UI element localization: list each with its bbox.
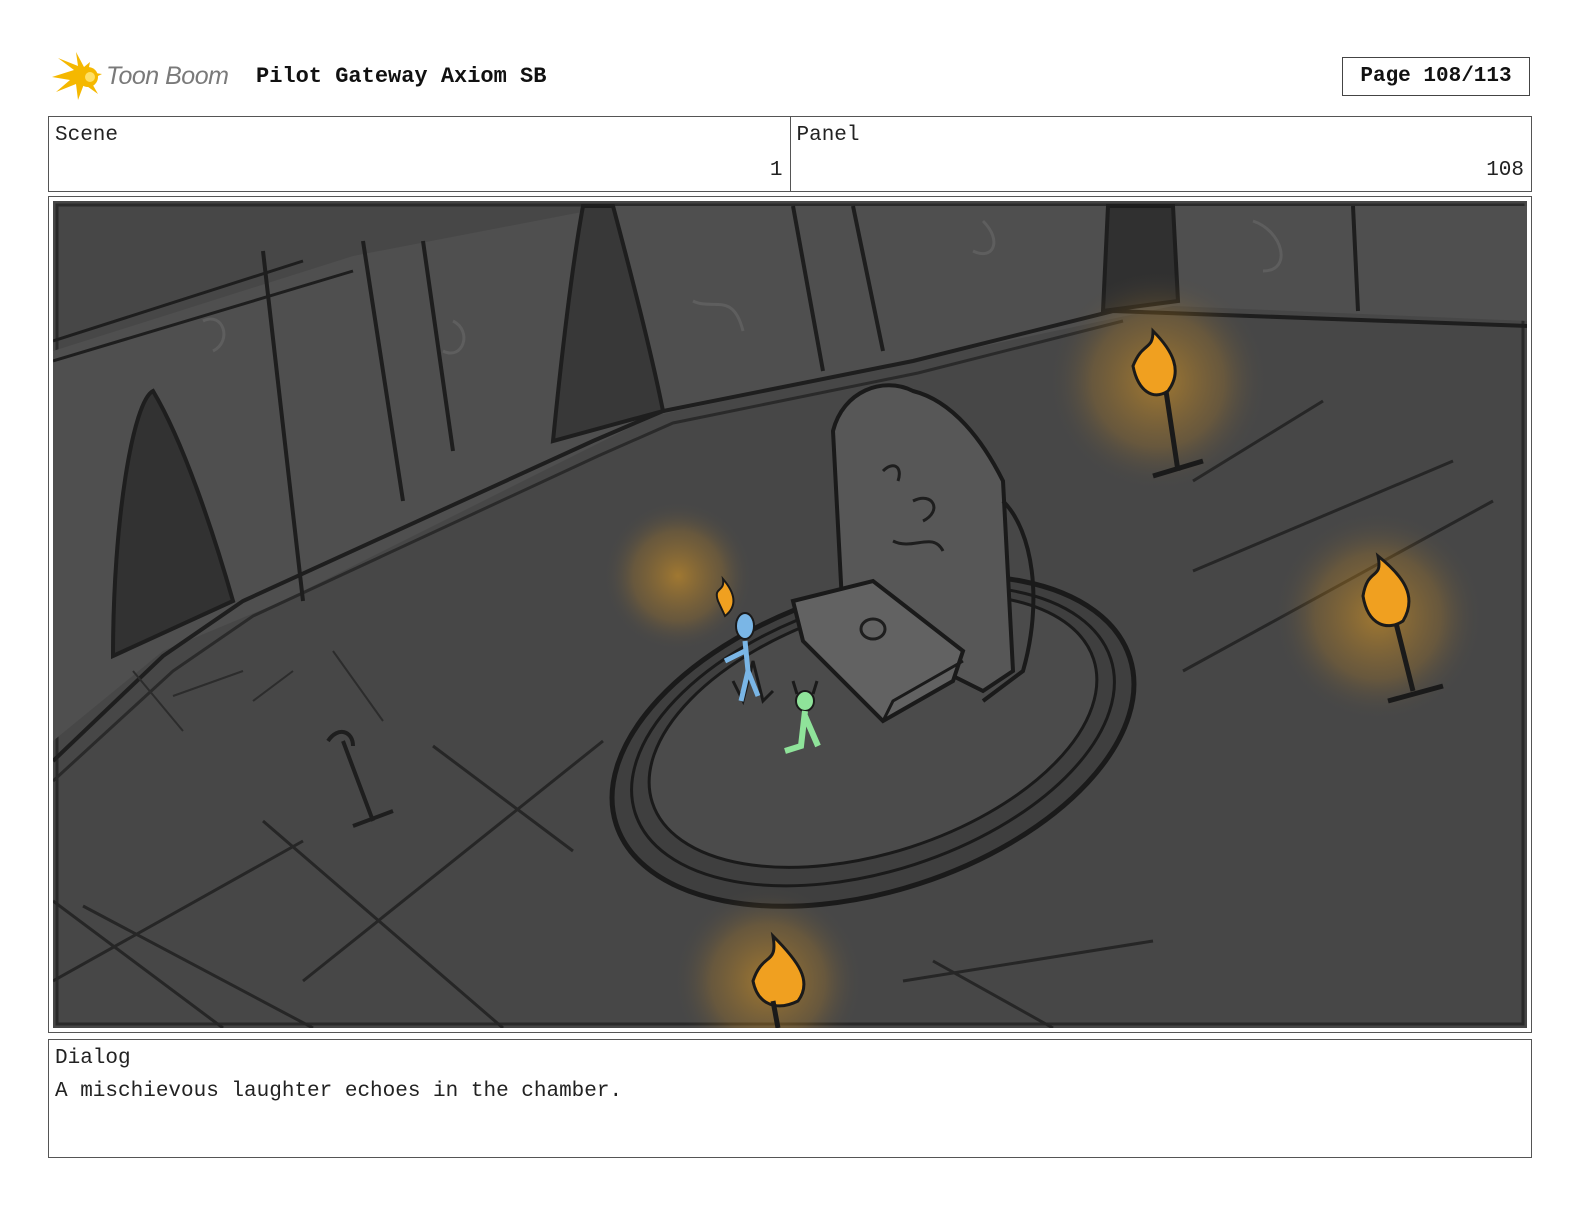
dialog-label: Dialog (55, 1047, 131, 1070)
panel-cell: Panel 108 (789, 117, 1532, 191)
dialog-box: Dialog A mischievous laughter echoes in … (48, 1039, 1532, 1158)
brand-name: Toon Boom (106, 62, 229, 90)
panel-label: Panel (796, 124, 860, 147)
storyboard-panel-frame (48, 196, 1532, 1033)
toon-boom-logo: Toon Boom (50, 50, 240, 104)
storyboard-sketch (53, 201, 1527, 1028)
page-indicator: Page 108/113 (1342, 57, 1530, 96)
scene-label: Scene (55, 124, 119, 147)
scene-cell: Scene 1 (49, 117, 790, 191)
project-title: Pilot Gateway Axiom SB (256, 64, 547, 89)
flame-burst-icon (52, 52, 102, 100)
panel-number: 108 (1486, 159, 1524, 182)
scene-panel-row: Scene 1 Panel 108 (48, 116, 1532, 192)
chamber-sketch-image (53, 201, 1527, 1028)
dialog-text: A mischievous laughter echoes in the cha… (55, 1080, 623, 1103)
scene-number: 1 (769, 159, 783, 182)
